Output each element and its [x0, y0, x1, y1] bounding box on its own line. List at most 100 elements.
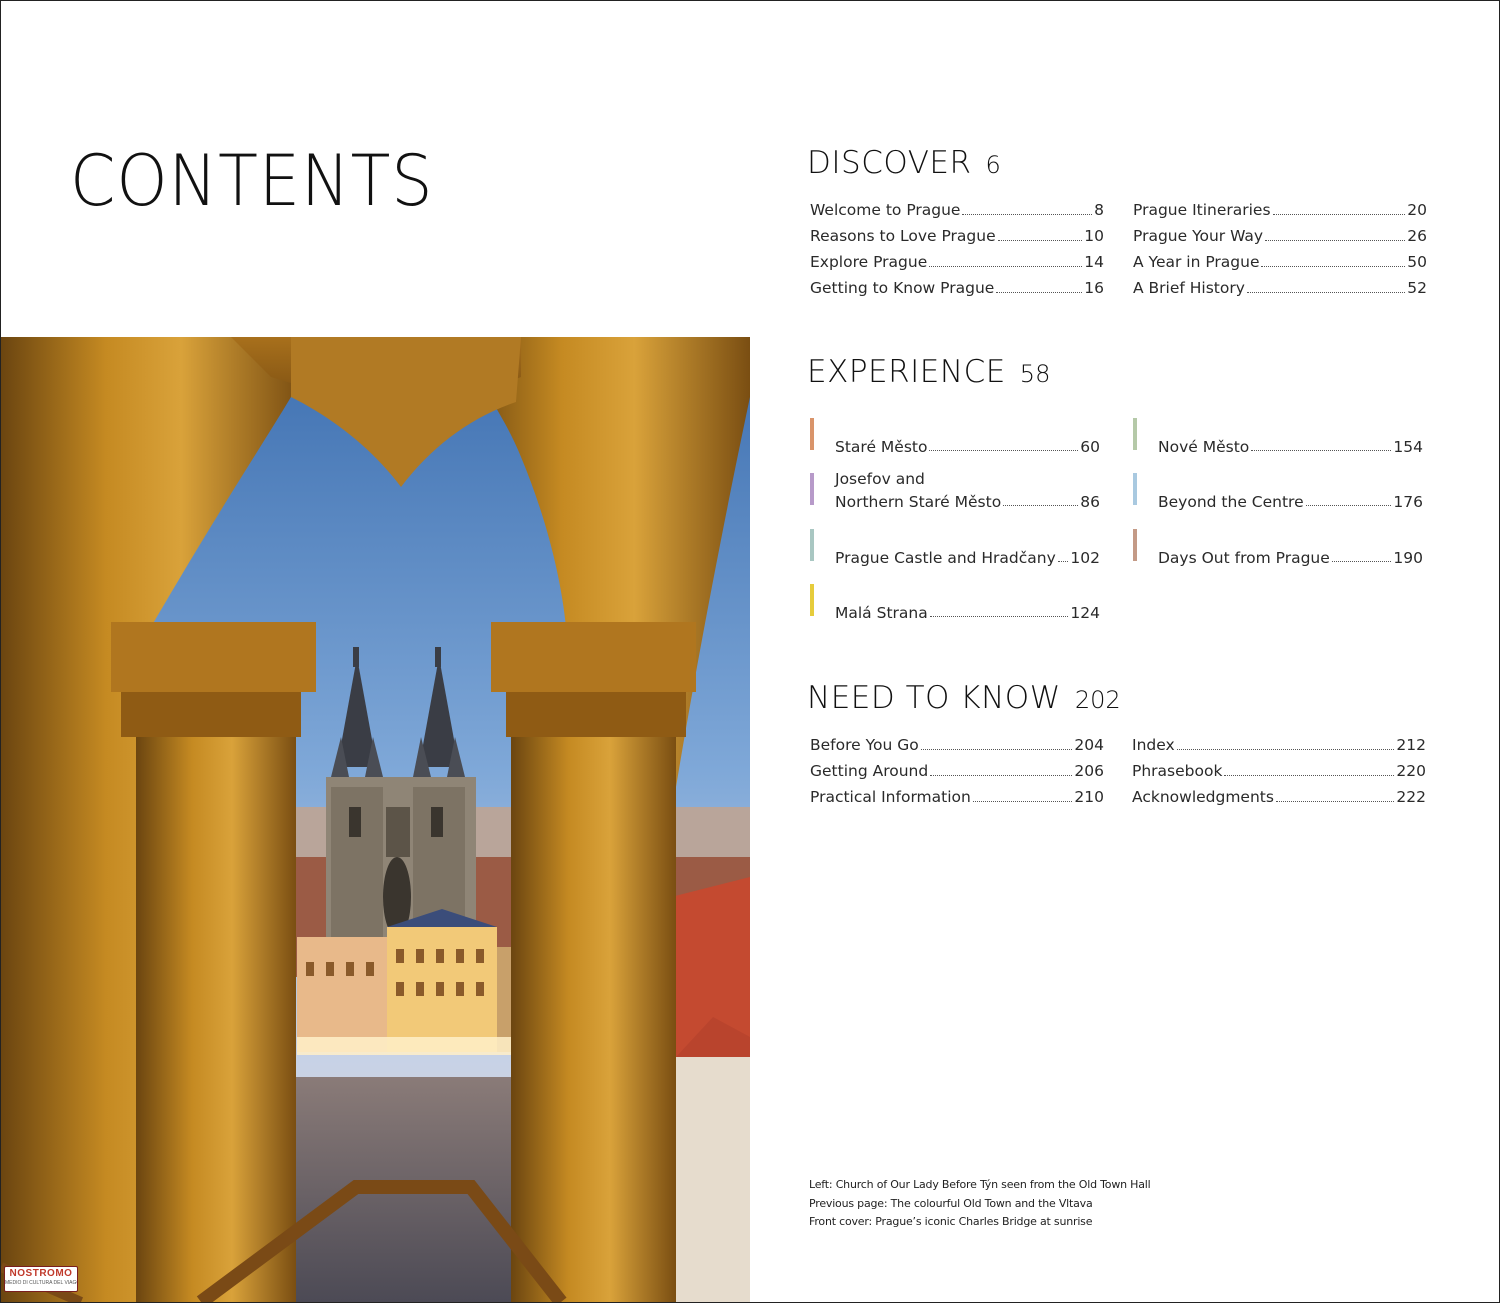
cover-photo [1, 337, 750, 1302]
toc-entry-days-out[interactable]: Days Out from Prague 190 [1133, 529, 1423, 567]
toc-entry[interactable]: Phrasebook 220 [1132, 762, 1426, 788]
toc-entry[interactable]: Prague Your Way 26 [1133, 227, 1427, 253]
leader-dots [1265, 239, 1406, 241]
leader-dots [1331, 561, 1392, 562]
toc-label: Nové Město [1158, 438, 1250, 456]
need-to-know-left-column: Before You Go 204 Getting Around 206 Pract… [810, 736, 1104, 814]
leader-dots [1176, 748, 1395, 750]
toc-entry[interactable]: Welcome to Prague 8 [810, 201, 1104, 227]
toc-label: Before You Go [810, 736, 919, 754]
toc-label: Reasons to Love Prague [810, 227, 996, 245]
toc-label: Practical Information [810, 788, 971, 806]
toc-label: Prague Itineraries [1133, 201, 1271, 219]
caption-line: Front cover: Prague’s iconic Charles Bri… [809, 1215, 1093, 1228]
photo-captions: Left: Church of Our Lady Before Týn seen… [809, 1176, 1151, 1232]
toc-label: Acknowledgments [1132, 788, 1274, 806]
toc-entry[interactable]: Reasons to Love Prague 10 [810, 227, 1104, 253]
toc-page: 20 [1407, 201, 1427, 219]
color-bar [810, 584, 814, 616]
toc-entry[interactable]: A Year in Prague 50 [1133, 253, 1427, 279]
toc-label: Phrasebook [1132, 762, 1223, 780]
section-heading-need-to-know: NEED TO KNOW 202 [807, 680, 1121, 716]
section-page: 202 [1074, 686, 1121, 714]
toc-page: 206 [1074, 762, 1104, 780]
toc-label: Staré Město [835, 438, 928, 456]
toc-page: 50 [1407, 253, 1427, 271]
toc-page: 26 [1407, 227, 1427, 245]
toc-label: Welcome to Prague [810, 201, 961, 219]
discover-right-column: Prague Itineraries 20 Prague Your Way 26 A… [1133, 201, 1427, 305]
watermark-logo: NOSTROMO MEDIO DI CULTURA DEL VIAGGIATOR… [4, 1266, 78, 1292]
toc-label: A Brief History [1133, 279, 1245, 297]
toc-entry-mala-strana[interactable]: Malá Strana 124 [810, 584, 1100, 622]
toc-label: Getting Around [810, 762, 929, 780]
toc-entry-stare-mesto[interactable]: Staré Město 60 [810, 418, 1100, 456]
toc-entry[interactable]: Before You Go 204 [810, 736, 1104, 762]
toc-entry[interactable]: Index 212 [1132, 736, 1426, 762]
toc-page: 212 [1396, 736, 1426, 754]
leader-dots [1057, 561, 1069, 562]
toc-page: 60 [1080, 438, 1100, 456]
toc-page: 220 [1396, 762, 1426, 780]
leader-dots [1246, 291, 1406, 293]
section-title: DISCOVER [807, 145, 972, 181]
toc-page: 176 [1393, 493, 1423, 511]
watermark-tagline: MEDIO DI CULTURA DEL VIAGGIATORE [5, 1280, 77, 1286]
watermark-name: NOSTROMO [9, 1268, 73, 1279]
toc-label: Prague Your Way [1133, 227, 1264, 245]
leader-dots [1251, 450, 1392, 451]
toc-page: 10 [1084, 227, 1104, 245]
toc-page: 210 [1074, 788, 1104, 806]
toc-entry-josefov[interactable]: Josefov and Northern Staré Město 86 [810, 470, 1100, 511]
section-heading-experience: EXPERIENCE 58 [807, 354, 1050, 390]
leader-dots [929, 616, 1069, 617]
toc-page: 222 [1396, 788, 1426, 806]
toc-entry[interactable]: Practical Information 210 [810, 788, 1104, 814]
toc-entry-prague-castle[interactable]: Prague Castle and Hradčany 102 [810, 529, 1100, 567]
toc-page: 102 [1070, 549, 1100, 567]
leader-dots [996, 291, 1083, 293]
toc-label: Beyond the Centre [1158, 493, 1304, 511]
toc-page: 86 [1080, 493, 1100, 511]
toc-entry[interactable]: Prague Itineraries 20 [1133, 201, 1427, 227]
toc-page: 16 [1084, 279, 1104, 297]
toc-entry[interactable]: Getting to Know Prague 16 [810, 279, 1104, 305]
toc-label: Index [1132, 736, 1175, 754]
toc-entry[interactable]: Getting Around 206 [810, 762, 1104, 788]
toc-label-line1: Josefov and [835, 470, 925, 488]
leader-dots [929, 450, 1079, 451]
toc-label: Days Out from Prague [1158, 549, 1330, 567]
toc-entry-beyond-centre[interactable]: Beyond the Centre 176 [1133, 473, 1423, 511]
need-to-know-right-column: Index 212 Phrasebook 220 Acknowledgments 22… [1132, 736, 1426, 814]
color-bar [1133, 529, 1137, 561]
color-bar [1133, 473, 1137, 505]
toc-entry[interactable]: A Brief History 52 [1133, 279, 1427, 305]
color-bar [810, 418, 814, 450]
leader-dots [1261, 265, 1406, 267]
toc-page: 14 [1084, 253, 1104, 271]
leader-dots [962, 213, 1093, 215]
toc-page: 154 [1393, 438, 1423, 456]
toc-page: 190 [1393, 549, 1423, 567]
page-title: CONTENTS [70, 140, 434, 222]
toc-entry[interactable]: Explore Prague 14 [810, 253, 1104, 279]
section-title: EXPERIENCE [807, 354, 1006, 390]
color-bar [810, 473, 814, 505]
toc-label: A Year in Prague [1133, 253, 1260, 271]
toc-page: 124 [1070, 604, 1100, 622]
toc-label: Prague Castle and Hradčany [835, 549, 1056, 567]
toc-label: Northern Staré Město [835, 493, 1002, 511]
toc-entry-nove-mesto[interactable]: Nové Město 154 [1133, 418, 1423, 456]
leader-dots [1272, 213, 1406, 215]
toc-entry[interactable]: Acknowledgments 222 [1132, 788, 1426, 814]
discover-left-column: Welcome to Prague 8 Reasons to Love Pragu… [810, 201, 1104, 305]
toc-label: Malá Strana [835, 604, 928, 622]
toc-page: 204 [1074, 736, 1104, 754]
leader-dots [920, 748, 1073, 750]
toc-page: 52 [1407, 279, 1427, 297]
color-bar [810, 529, 814, 561]
section-title: NEED TO KNOW [807, 680, 1061, 716]
section-page: 6 [985, 151, 1001, 179]
caption-line: Left: Church of Our Lady Before Týn seen… [809, 1178, 1151, 1191]
section-page: 58 [1019, 360, 1051, 388]
